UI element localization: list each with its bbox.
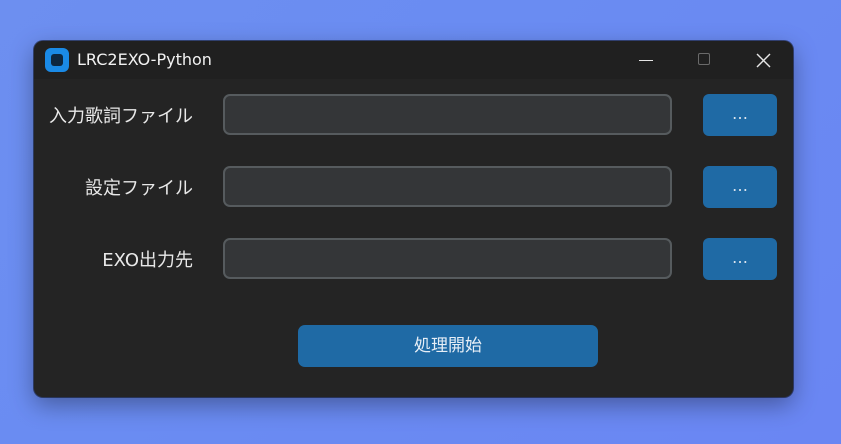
settings-file-input[interactable]	[223, 166, 672, 207]
window-title: LRC2EXO-Python	[77, 50, 212, 69]
title-bar[interactable]: LRC2EXO-Python	[34, 41, 793, 79]
app-window: LRC2EXO-Python 入力歌詞ファイル … 設定ファイル … EXO出力…	[34, 41, 793, 397]
maximize-icon[interactable]	[677, 41, 733, 79]
exo-output-browse-button[interactable]: …	[703, 238, 777, 280]
settings-file-label: 設定ファイル	[85, 178, 193, 199]
exo-output-label: EXO出力先	[102, 250, 193, 271]
lyrics-file-label: 入力歌詞ファイル	[49, 106, 193, 127]
settings-file-browse-button[interactable]: …	[703, 166, 777, 208]
lyrics-file-input[interactable]	[223, 94, 672, 135]
lyrics-file-browse-button[interactable]: …	[703, 94, 777, 136]
close-icon[interactable]	[735, 41, 791, 79]
app-logo-icon	[45, 48, 69, 72]
minimize-icon[interactable]	[618, 41, 674, 79]
start-processing-button[interactable]: 処理開始	[298, 325, 598, 367]
exo-output-input[interactable]	[223, 238, 672, 279]
